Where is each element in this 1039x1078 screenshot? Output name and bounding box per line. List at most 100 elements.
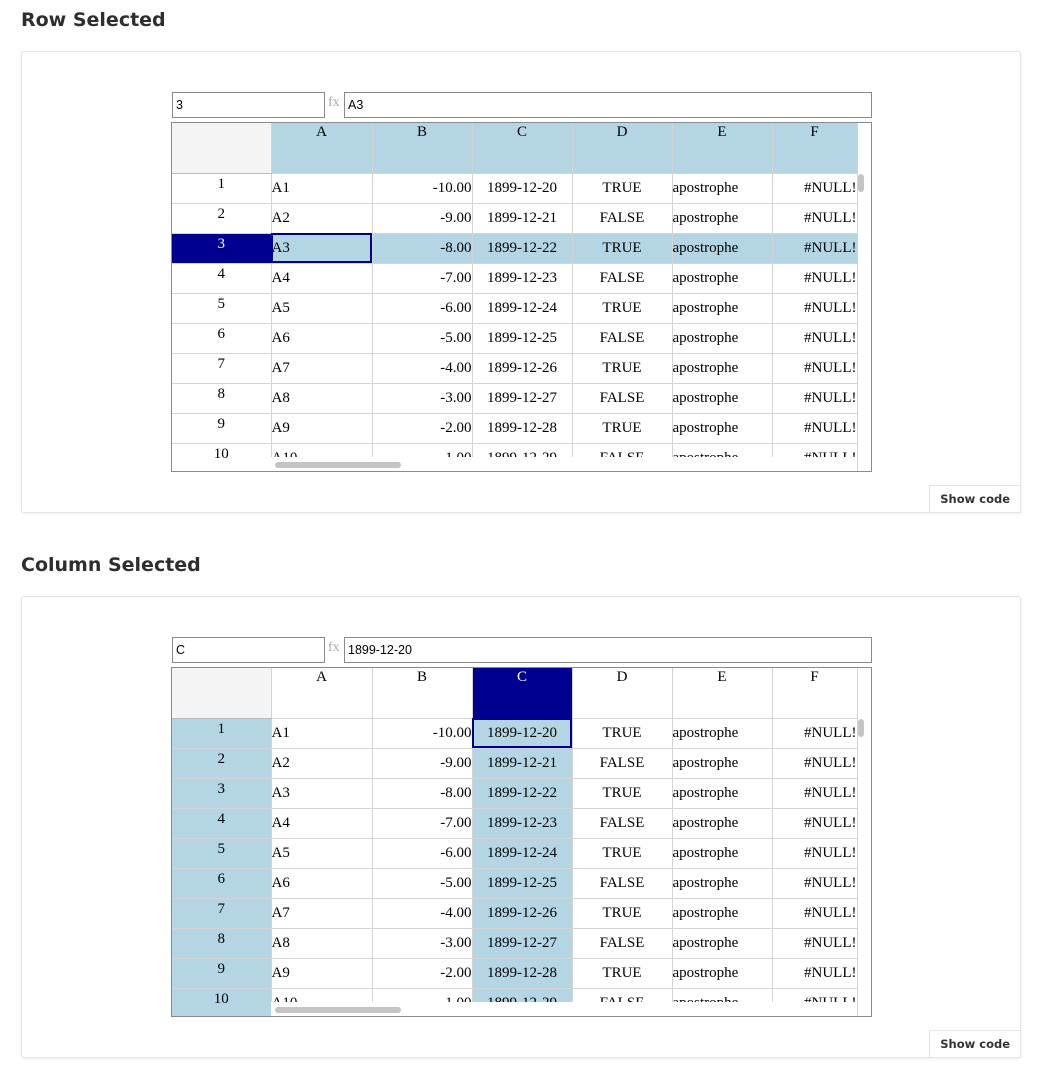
cell[interactable]: TRUE — [572, 898, 673, 929]
spreadsheet-grid[interactable]: A B C D E F 1 A1 -10.00 1899-12-20 TRUE … — [171, 122, 872, 472]
cell[interactable]: A5 — [271, 838, 373, 869]
cell[interactable]: -6.00 — [372, 838, 473, 869]
cell[interactable]: #NULL! — [772, 263, 858, 294]
cell[interactable]: -8.00 — [372, 778, 473, 809]
column-header-f[interactable]: F — [772, 668, 858, 719]
row-header[interactable]: 10 — [172, 443, 272, 471]
column-header-e[interactable]: E — [672, 668, 773, 719]
cell[interactable]: A7 — [271, 353, 373, 384]
cell[interactable]: #NULL! — [772, 808, 858, 839]
cell[interactable]: -5.00 — [372, 323, 473, 354]
cell[interactable]: -9.00 — [372, 748, 473, 779]
cell[interactable]: apostrophe — [672, 838, 773, 869]
cell[interactable]: 1899-12-26 — [472, 898, 573, 929]
cell[interactable]: #NULL! — [772, 203, 858, 234]
column-header-c-selected[interactable]: C — [472, 668, 573, 719]
spreadsheet-grid[interactable]: A B C D E F 1 A1 -10.00 1899-12-20 TRUE … — [171, 667, 872, 1017]
cell[interactable]: #NULL! — [772, 233, 858, 264]
cell[interactable]: -3.00 — [372, 928, 473, 959]
row-header[interactable]: 2 — [172, 748, 272, 779]
cell[interactable]: apostrophe — [672, 233, 773, 264]
cell[interactable]: TRUE — [572, 718, 673, 749]
cell[interactable]: FALSE — [572, 203, 673, 234]
show-code-button[interactable]: Show code — [929, 485, 1021, 513]
column-header-d[interactable]: D — [572, 668, 673, 719]
cell[interactable]: A6 — [271, 323, 373, 354]
row-header[interactable]: 5 — [172, 293, 272, 324]
cell[interactable]: -4.00 — [372, 898, 473, 929]
cell[interactable]: #NULL! — [772, 748, 858, 779]
cell[interactable]: 1899-12-24 — [472, 838, 573, 869]
cell[interactable]: 1899-12-22 — [472, 233, 573, 264]
cell[interactable]: A8 — [271, 928, 373, 959]
cell[interactable]: apostrophe — [672, 293, 773, 324]
row-header[interactable]: 1 — [172, 173, 272, 204]
cell[interactable]: -6.00 — [372, 293, 473, 324]
cell[interactable]: 1899-12-28 — [472, 413, 573, 444]
name-box-input[interactable] — [172, 637, 325, 663]
cell[interactable]: -10.00 — [372, 173, 473, 204]
cell[interactable]: TRUE — [572, 413, 673, 444]
cell[interactable]: 1899-12-24 — [472, 293, 573, 324]
cell[interactable]: #NULL! — [772, 898, 858, 929]
column-header-a[interactable]: A — [271, 123, 373, 174]
formula-bar-input[interactable] — [344, 92, 872, 118]
cell[interactable]: apostrophe — [672, 928, 773, 959]
cell[interactable]: apostrophe — [672, 868, 773, 899]
cell[interactable]: A9 — [271, 958, 373, 989]
cell[interactable]: FALSE — [572, 323, 673, 354]
cell[interactable]: TRUE — [572, 958, 673, 989]
row-header[interactable]: 4 — [172, 263, 272, 294]
corner-header[interactable] — [172, 123, 272, 174]
cell[interactable]: apostrophe — [672, 353, 773, 384]
cell[interactable]: A7 — [271, 898, 373, 929]
vertical-scrollbar[interactable] — [858, 174, 864, 192]
cell[interactable]: A4 — [271, 808, 373, 839]
cell[interactable]: 1899-12-20 — [472, 173, 573, 204]
cell[interactable]: -10.00 — [372, 718, 473, 749]
cell[interactable]: 1899-12-23 — [472, 263, 573, 294]
corner-header[interactable] — [172, 668, 272, 719]
cell[interactable]: -5.00 — [372, 868, 473, 899]
cell[interactable]: #NULL! — [772, 928, 858, 959]
row-header[interactable]: 7 — [172, 353, 272, 384]
cell[interactable]: 1899-12-21 — [472, 203, 573, 234]
cell[interactable]: -8.00 — [372, 233, 473, 264]
cell[interactable]: #NULL! — [772, 868, 858, 899]
cell[interactable]: FALSE — [572, 808, 673, 839]
cell[interactable]: -7.00 — [372, 263, 473, 294]
cell[interactable]: FALSE — [572, 748, 673, 779]
horizontal-scrollbar[interactable] — [275, 462, 401, 468]
cell[interactable]: #NULL! — [772, 353, 858, 384]
row-header[interactable]: 10 — [172, 988, 272, 1016]
row-header[interactable]: 7 — [172, 898, 272, 929]
cell[interactable]: A8 — [271, 383, 373, 414]
cell[interactable]: -2.00 — [372, 413, 473, 444]
row-header-selected[interactable]: 3 — [172, 233, 272, 264]
cell[interactable]: #NULL! — [772, 838, 858, 869]
cell[interactable]: apostrophe — [672, 383, 773, 414]
cell[interactable]: #NULL! — [772, 293, 858, 324]
row-header[interactable]: 1 — [172, 718, 272, 749]
column-header-d[interactable]: D — [572, 123, 673, 174]
row-header[interactable]: 8 — [172, 928, 272, 959]
cell[interactable]: FALSE — [572, 263, 673, 294]
cell[interactable]: FALSE — [572, 383, 673, 414]
column-header-b[interactable]: B — [372, 123, 473, 174]
cell[interactable]: A1 — [271, 718, 373, 749]
cell[interactable]: A6 — [271, 868, 373, 899]
cell[interactable]: 1899-12-21 — [472, 748, 573, 779]
cell[interactable]: apostrophe — [672, 263, 773, 294]
show-code-button[interactable]: Show code — [929, 1030, 1021, 1058]
cell[interactable]: #NULL! — [772, 718, 858, 749]
cell[interactable]: TRUE — [572, 838, 673, 869]
cell[interactable]: -3.00 — [372, 383, 473, 414]
name-box-input[interactable] — [172, 92, 325, 118]
row-header[interactable]: 9 — [172, 413, 272, 444]
cell[interactable]: A3 — [271, 778, 373, 809]
cell[interactable]: apostrophe — [672, 718, 773, 749]
cell[interactable]: TRUE — [572, 778, 673, 809]
cell[interactable]: #NULL! — [772, 413, 858, 444]
cell[interactable]: 1899-12-22 — [472, 778, 573, 809]
cell[interactable]: A2 — [271, 203, 373, 234]
